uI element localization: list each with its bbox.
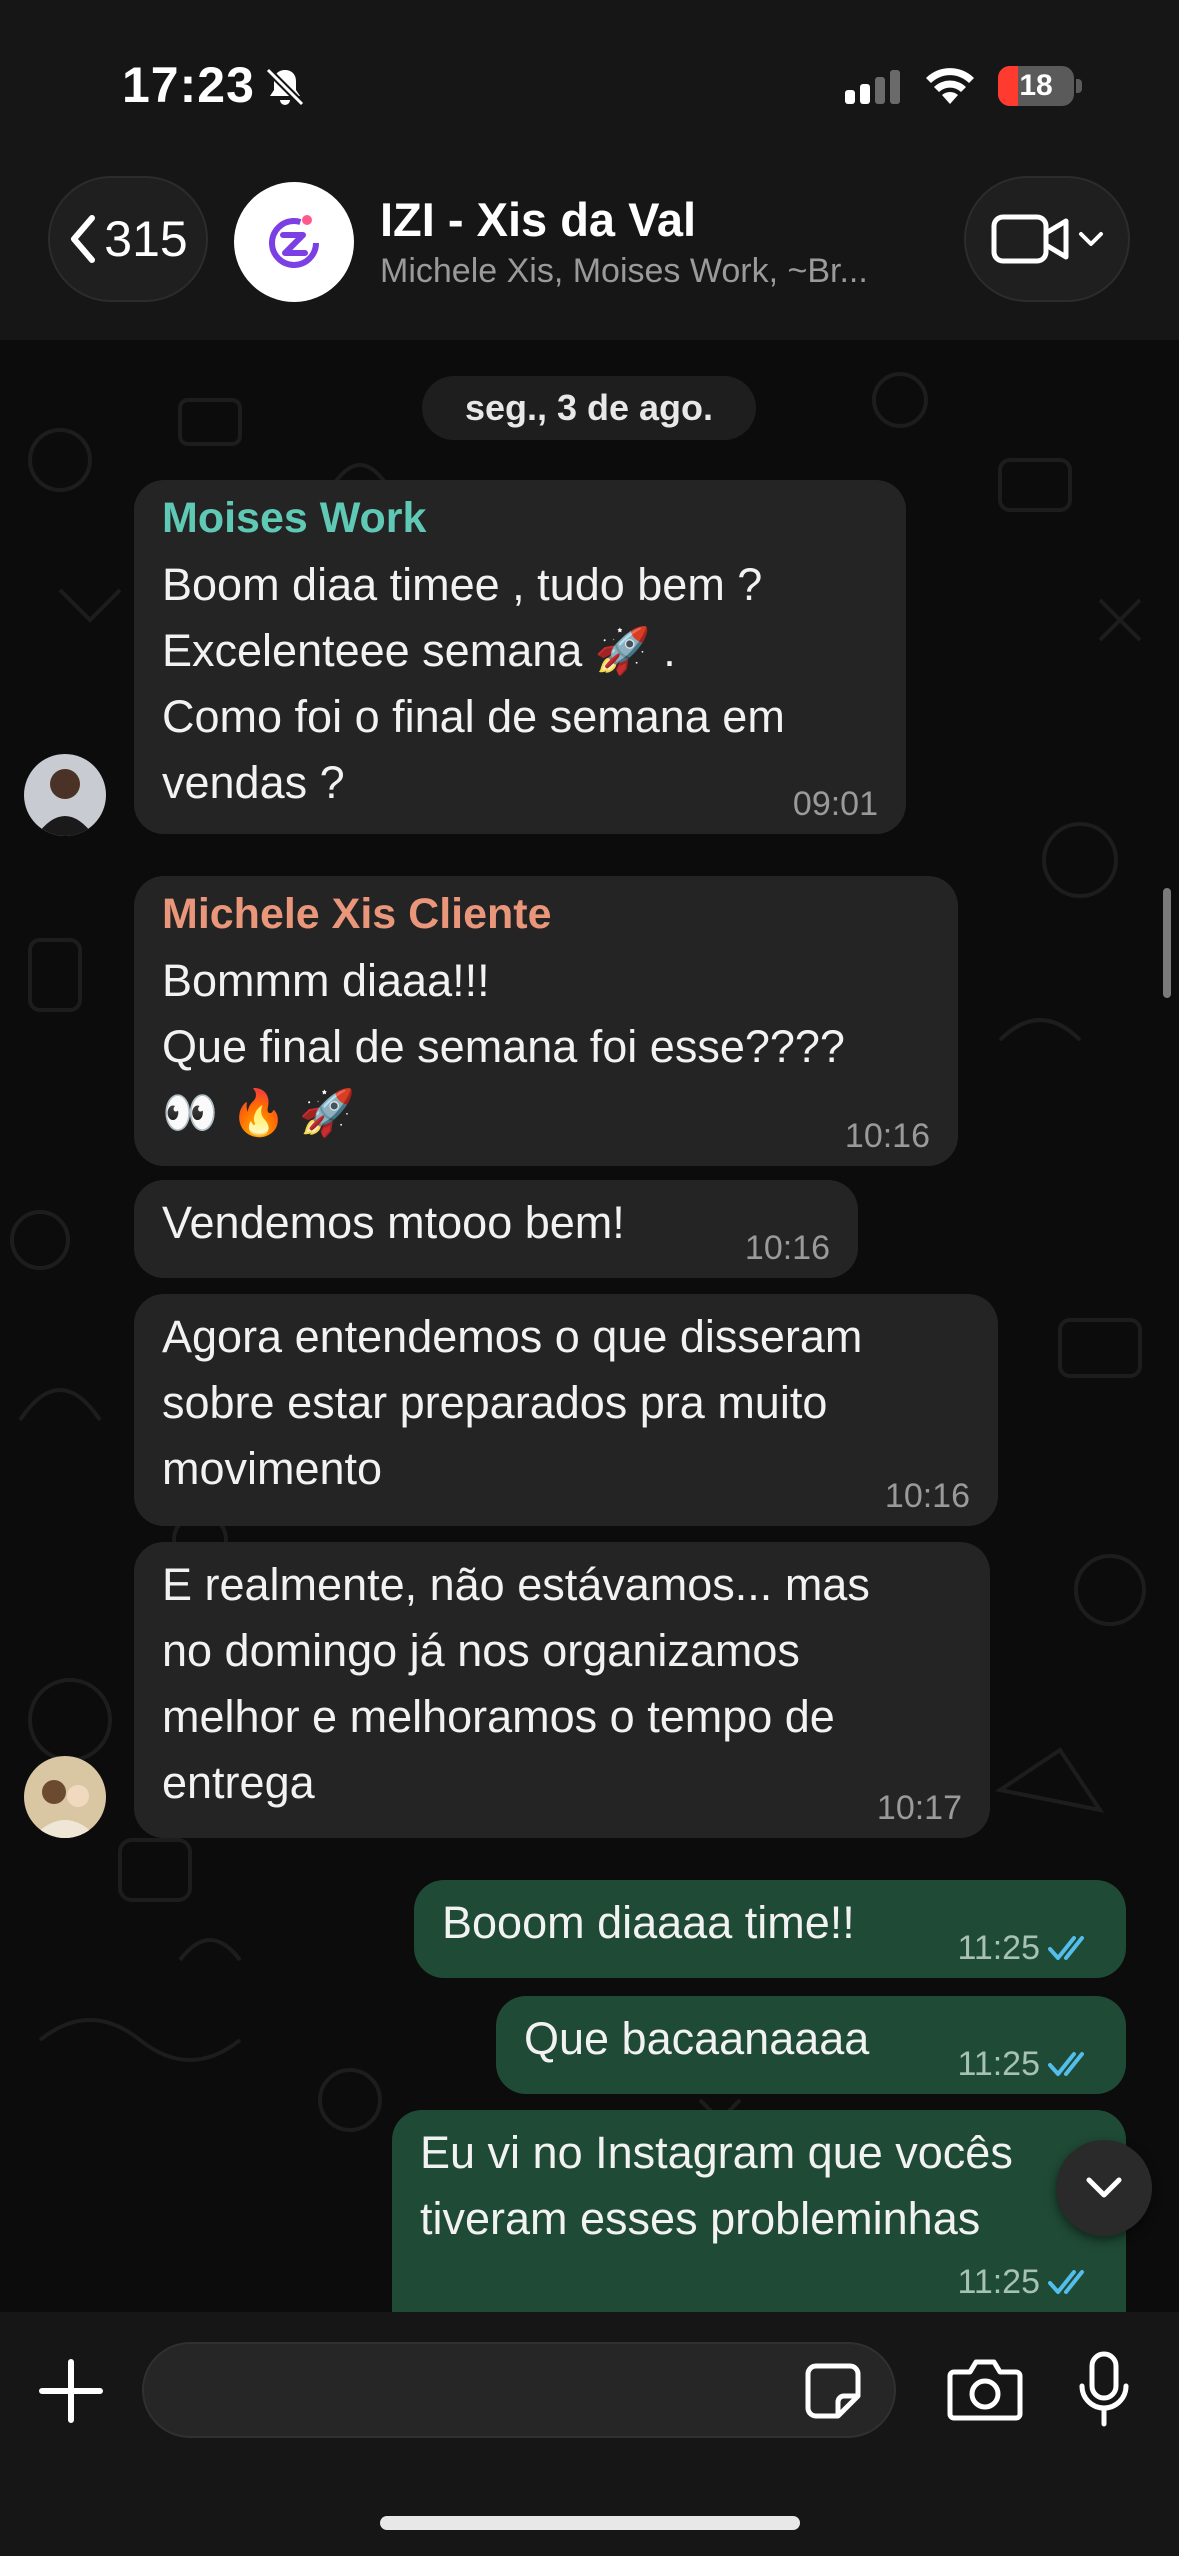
message-time: 11:25 [957,1929,1040,1967]
sender-name: Michele Xis Cliente [162,890,552,938]
battery-icon: 18 [998,66,1074,106]
status-bar: 17:23 18 [0,0,1179,170]
double-check-icon [1048,2052,1084,2076]
camera-icon[interactable] [946,2354,1024,2424]
sticker-icon[interactable] [804,2362,862,2420]
message-bubble-outgoing[interactable]: Booom diaaaa time!! 11:25 [414,1880,1126,1978]
chat-header: 315 IZI - Xis da Val Michele Xis, Moises… [0,170,1179,340]
video-call-button[interactable] [964,176,1130,302]
message-time: 10:16 [884,1477,970,1515]
message-bubble[interactable]: Michele Xis Cliente Bommm diaaa!!! Que f… [134,876,958,1166]
group-avatar[interactable] [234,182,354,302]
date-separator: seg., 3 de ago. [422,376,756,440]
message-time: 10:17 [876,1789,962,1827]
message-bubble[interactable]: Moises Work Boom diaa timee , tudo bem ?… [134,480,906,834]
message-bubble[interactable]: Agora entendemos o que disseram sobre es… [134,1294,998,1526]
plus-icon[interactable] [36,2356,106,2426]
battery-tip [1076,79,1082,93]
group-logo-icon [269,215,319,268]
message-text: Bommm diaaa!!! Que final de semana foi e… [162,955,845,1138]
battery-level: 18 [1019,69,1053,102]
message-time: 09:01 [792,785,878,823]
double-check-icon [1048,2270,1084,2294]
chat-title[interactable]: IZI - Xis da Val [380,192,696,247]
sender-name: Moises Work [162,494,427,542]
avatar-moises-work[interactable] [24,754,106,836]
chevron-left-icon [71,215,96,263]
chat-participants[interactable]: Michele Xis, Moises Work, ~Br... [380,252,868,291]
wifi-icon [926,68,974,104]
message-input[interactable] [142,2342,896,2438]
message-time: 10:16 [744,1229,830,1267]
avatar-michele-xis[interactable] [24,1756,106,1838]
message-text: Eu vi no Instagram que vocês tiveram ess… [420,2127,1013,2244]
scroll-to-bottom-button[interactable] [1056,2140,1152,2236]
clock: 17:23 [122,57,255,113]
microphone-icon[interactable] [1076,2350,1132,2430]
chevron-down-icon [1079,232,1103,246]
message-time: 10:16 [844,1117,930,1155]
signal-icon [845,70,900,104]
back-button[interactable]: 315 [48,176,208,302]
bell-slash-icon [265,67,305,107]
message-bubble-outgoing[interactable]: Eu vi no Instagram que vocês tiveram ess… [392,2110,1126,2312]
message-bubble-outgoing[interactable]: Que bacaanaaaa 11:25 [496,1996,1126,2094]
message-text: Agora entendemos o que disseram sobre es… [162,1311,863,1494]
message-bubble[interactable]: Vendemos mtooo bem! 10:16 [134,1180,858,1278]
video-camera-icon [991,214,1069,264]
message-text: E realmente, não estávamos... mas no dom… [162,1559,870,1808]
scroll-indicator[interactable] [1163,888,1171,998]
message-text: Boom diaa timee , tudo bem ? Excelenteee… [162,559,785,808]
message-list[interactable]: seg., 3 de ago. Moises Work Boom diaa ti… [0,340,1179,2312]
message-bubble[interactable]: E realmente, não estávamos... mas no dom… [134,1542,990,1838]
chevron-down-icon [1086,2177,1122,2198]
message-time: 11:25 [957,2045,1040,2083]
whatsapp-chat-screen: 17:23 18 315 IZI - Xis da Val Michele Xi… [0,0,1179,2556]
double-check-icon [1048,1936,1084,1960]
composer-bar [0,2312,1179,2556]
message-time: 11:25 [957,2263,1040,2301]
message-text: Vendemos mtooo bem! [162,1197,625,1248]
home-indicator[interactable] [380,2516,800,2530]
unread-count: 315 [104,211,188,267]
